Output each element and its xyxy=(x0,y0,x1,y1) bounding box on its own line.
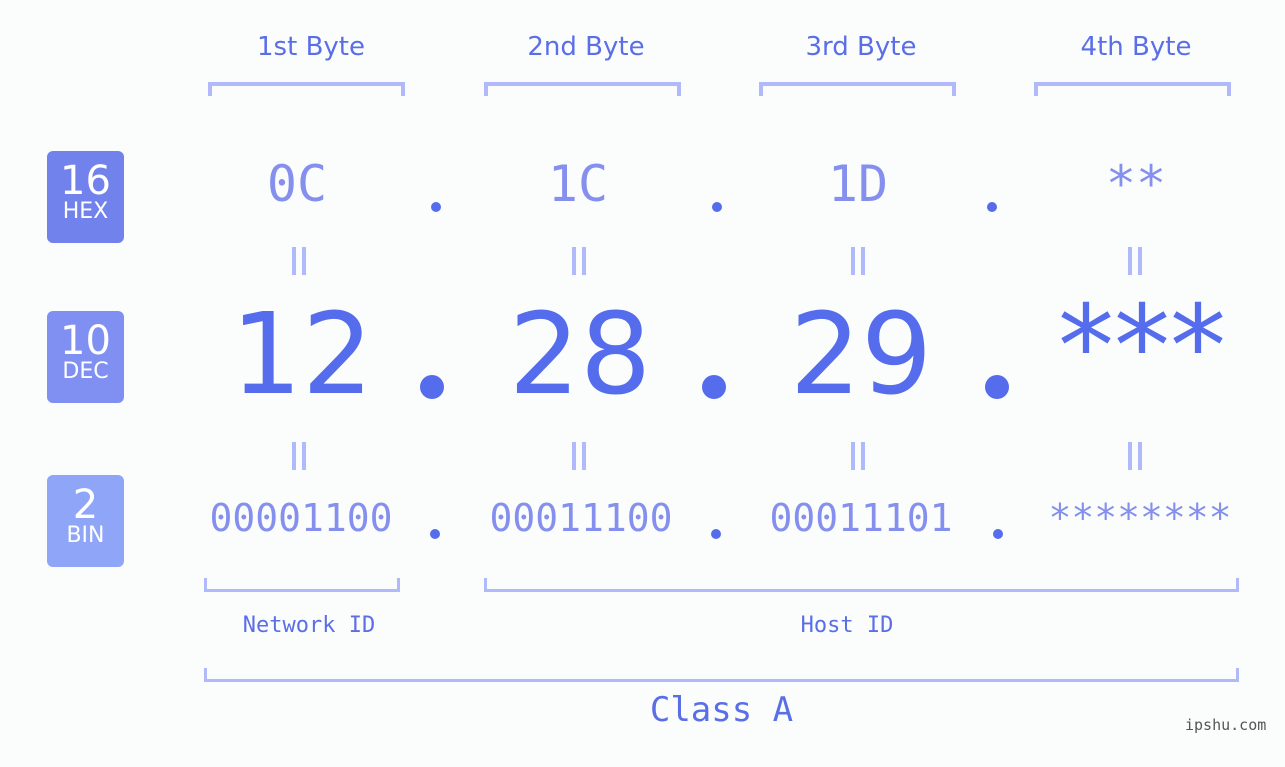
equals-icon xyxy=(572,247,586,275)
dec-value-2: 28 xyxy=(508,290,652,420)
equals-icon xyxy=(292,247,306,275)
equals-icon xyxy=(292,442,306,470)
hex-value-4: ** xyxy=(1105,155,1167,213)
bin-separator-dot xyxy=(993,529,1003,539)
bin-value-3: 00011101 xyxy=(769,496,953,540)
equals-icon xyxy=(572,442,586,470)
host-id-label: Host ID xyxy=(800,613,894,638)
watermark: ipshu.com xyxy=(1185,716,1267,734)
equals-icon xyxy=(851,442,865,470)
bin-separator-dot xyxy=(711,529,721,539)
hex-badge-label: HEX xyxy=(62,199,109,224)
dec-value-1: 12 xyxy=(230,290,374,420)
dec-badge-base: 10 xyxy=(60,318,111,364)
network-id-bracket xyxy=(204,578,400,592)
bin-value-4: ******** xyxy=(1048,496,1232,540)
hex-value-1: 0C xyxy=(266,155,328,213)
hex-separator-dot xyxy=(431,202,441,212)
byte-bracket-3 xyxy=(759,82,956,96)
bin-value-1: 00001100 xyxy=(209,496,393,540)
hex-separator-dot xyxy=(712,202,722,212)
byte-label-3: 3rd Byte xyxy=(805,32,917,62)
byte-bracket-1 xyxy=(208,82,405,96)
hex-badge: 16 HEX xyxy=(47,151,124,243)
ip-class-label: Class A xyxy=(649,690,794,730)
byte-label-4: 4th Byte xyxy=(1080,32,1192,62)
dec-separator-dot xyxy=(702,375,726,399)
dec-badge: 10 DEC xyxy=(47,311,124,403)
dec-value-4: *** xyxy=(1058,282,1226,412)
hex-badge-base: 16 xyxy=(60,158,111,204)
byte-label-2: 2nd Byte xyxy=(527,32,645,62)
bin-badge-label: BIN xyxy=(66,523,105,548)
bin-badge: 2 BIN xyxy=(47,475,124,567)
equals-icon xyxy=(1128,442,1142,470)
host-id-bracket xyxy=(484,578,1239,592)
byte-bracket-4 xyxy=(1034,82,1231,96)
bin-badge-base: 2 xyxy=(72,482,99,528)
dec-separator-dot xyxy=(420,375,444,399)
class-bracket xyxy=(204,668,1239,682)
dec-separator-dot xyxy=(985,375,1009,399)
bin-value-2: 00011100 xyxy=(489,496,673,540)
dec-badge-label: DEC xyxy=(62,359,109,384)
hex-separator-dot xyxy=(987,202,997,212)
byte-label-1: 1st Byte xyxy=(257,32,365,62)
byte-bracket-2 xyxy=(484,82,681,96)
dec-value-3: 29 xyxy=(789,290,933,420)
hex-value-3: 1D xyxy=(827,155,889,213)
network-id-label: Network ID xyxy=(242,613,376,638)
equals-icon xyxy=(1128,247,1142,275)
hex-value-2: 1C xyxy=(547,155,609,213)
bin-separator-dot xyxy=(430,529,440,539)
equals-icon xyxy=(851,247,865,275)
